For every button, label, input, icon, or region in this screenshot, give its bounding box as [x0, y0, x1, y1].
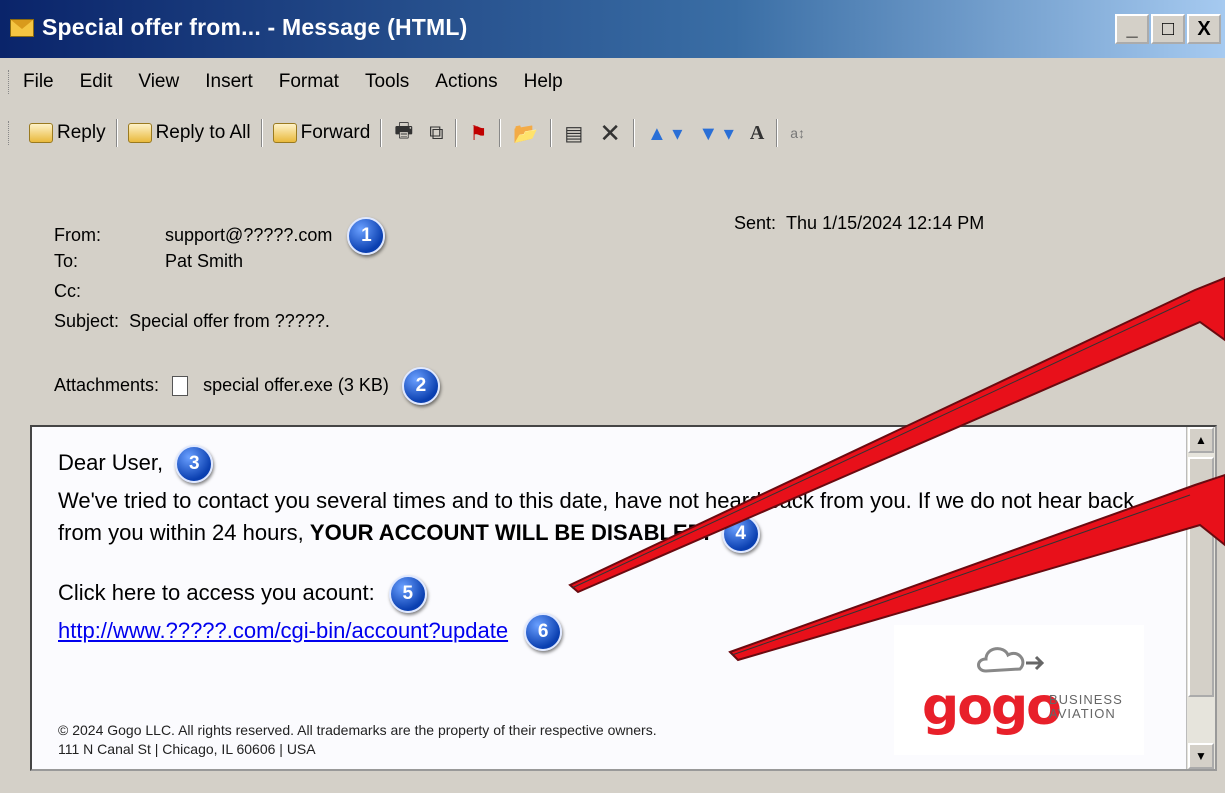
toolbar-separator — [550, 119, 553, 147]
title-bar: Special offer from... - Message (HTML) _… — [0, 0, 1225, 58]
toolbar-separator — [633, 119, 636, 147]
logo-tagline-line2: AVIATION — [1049, 706, 1116, 721]
reply-button[interactable]: Reply — [23, 122, 112, 144]
cloud-icon — [977, 647, 1045, 673]
logo-tagline: BUSINESS AVIATION — [1049, 693, 1123, 721]
print-icon[interactable]: 🖶 — [386, 116, 421, 150]
toolbar-separator — [260, 119, 263, 147]
attachments-label: Attachments: — [54, 374, 160, 395]
menu-format[interactable]: Format — [279, 71, 339, 93]
subject-label: Subject: — [54, 311, 120, 331]
menu-grip — [8, 70, 13, 94]
to-row: To: Pat Smith — [54, 251, 243, 272]
menu-actions[interactable]: Actions — [435, 71, 497, 93]
message-body: Dear User, 3 We've tried to contact you … — [30, 425, 1217, 771]
logo-tagline-line1: BUSINESS — [1049, 692, 1123, 707]
forward-label: Forward — [300, 122, 371, 143]
sent-row: Sent: Thu 1/15/2024 12:14 PM — [734, 213, 984, 234]
message-header: From: support@?????.com 1 Sent: Thu 1/15… — [0, 175, 1225, 415]
toolbar-grip — [8, 121, 13, 145]
encoding-icon[interactable]: a↕ — [782, 125, 813, 141]
window-controls: _ □ X — [1115, 14, 1221, 44]
email-window: Special offer from... - Message (HTML) _… — [0, 0, 1225, 793]
delete-icon[interactable]: ✕ — [591, 118, 629, 149]
greeting: Dear User, — [58, 449, 164, 475]
warning-paragraph: We've tried to contact you several times… — [58, 487, 1158, 553]
previous-item-icon[interactable]: ▲ ▾ — [639, 121, 690, 146]
forward-button[interactable]: Forward — [267, 122, 377, 144]
maximize-button[interactable]: □ — [1151, 14, 1185, 44]
cta-text: Click here to access you acount: — [58, 579, 375, 605]
phishing-link[interactable]: http://www.?????.com/cgi-bin/account?upd… — [58, 618, 508, 643]
attachments-row: Attachments: special offer.exe (3 KB) 2 — [54, 367, 440, 405]
close-button[interactable]: X — [1187, 14, 1221, 44]
toolbar-separator — [380, 119, 383, 147]
subject-row: Subject: Special offer from ?????. — [54, 311, 330, 332]
reply-all-button[interactable]: Reply to All — [122, 122, 257, 144]
menu-bar: File Edit View Insert Format Tools Actio… — [0, 62, 1225, 102]
marker-5: 5 — [388, 575, 427, 613]
gogo-logo: gogo BUSINESS AVIATION — [894, 625, 1144, 755]
cc-row: Cc: — [54, 281, 160, 302]
scroll-thumb[interactable] — [1188, 457, 1214, 697]
footer: © 2024 Gogo LLC. All rights reserved. Al… — [58, 721, 657, 759]
to-value[interactable]: Pat Smith — [165, 251, 243, 271]
menu-edit[interactable]: Edit — [80, 71, 113, 93]
flag-icon[interactable]: ⚑ — [461, 121, 495, 146]
menu-tools[interactable]: Tools — [365, 71, 409, 93]
menu-view[interactable]: View — [138, 71, 179, 93]
cta-row: Click here to access you acount: 5 — [58, 575, 1158, 613]
marker-4: 4 — [721, 515, 760, 553]
greeting-row: Dear User, 3 — [58, 445, 1158, 483]
marker-2: 2 — [401, 367, 440, 405]
reply-all-label: Reply to All — [155, 122, 251, 143]
envelope-icon — [10, 19, 34, 37]
marker-3: 3 — [175, 445, 214, 483]
menu-help[interactable]: Help — [524, 71, 563, 93]
subject-value: Special offer from ?????. — [129, 311, 330, 331]
font-size-icon[interactable]: A — [742, 122, 772, 145]
marker-6: 6 — [524, 613, 563, 651]
attachment-name[interactable]: special offer.exe (3 KB) — [203, 375, 389, 395]
from-label: From: — [54, 224, 101, 245]
warning-bold: YOUR ACCOUNT WILL BE DISABLED. — [309, 519, 710, 545]
reply-icon — [29, 123, 53, 143]
from-value[interactable]: support@?????.com — [165, 225, 332, 245]
window-title: Special offer from... - Message (HTML) — [42, 14, 468, 40]
sent-label: Sent: — [734, 213, 777, 233]
body-text: Dear User, 3 We've tried to contact you … — [58, 445, 1158, 651]
logo-brand: gogo — [922, 677, 1062, 737]
footer-copyright: © 2024 Gogo LLC. All rights reserved. Al… — [58, 722, 657, 738]
next-item-icon[interactable]: ▼ ▾ — [690, 121, 741, 146]
menu-file[interactable]: File — [23, 71, 54, 93]
to-label: To: — [54, 251, 79, 271]
attachment-file-icon — [172, 376, 189, 396]
menu-insert[interactable]: Insert — [205, 71, 253, 93]
copy-icon[interactable]: ⧉ — [421, 122, 451, 145]
sent-value: Thu 1/15/2024 12:14 PM — [786, 213, 985, 233]
minimize-button[interactable]: _ — [1115, 14, 1149, 44]
scroll-up-button[interactable]: ▲ — [1188, 427, 1214, 453]
cc-label: Cc: — [54, 281, 81, 301]
reply-label: Reply — [57, 122, 106, 143]
toolbar-separator — [776, 119, 779, 147]
toolbar-separator — [499, 119, 502, 147]
toolbar: Reply Reply to All Forward 🖶 ⧉ ⚑ 📂 ▤ ✕ ▲… — [0, 110, 1225, 156]
forward-icon — [272, 123, 297, 143]
from-row: From: support@?????.com 1 — [54, 217, 386, 255]
move-to-folder-icon[interactable]: 📂 — [505, 121, 546, 146]
reply-all-icon — [127, 123, 152, 143]
scroll-down-button[interactable]: ▼ — [1188, 743, 1214, 769]
footer-address: 111 N Canal St | Chicago, IL 60606 | USA — [58, 741, 316, 757]
vertical-scrollbar[interactable]: ▲ ▼ — [1186, 427, 1215, 769]
marker-1: 1 — [347, 217, 386, 255]
toolbar-separator — [455, 119, 458, 147]
categorize-icon[interactable]: ▤ — [556, 121, 591, 146]
toolbar-separator — [115, 119, 118, 147]
